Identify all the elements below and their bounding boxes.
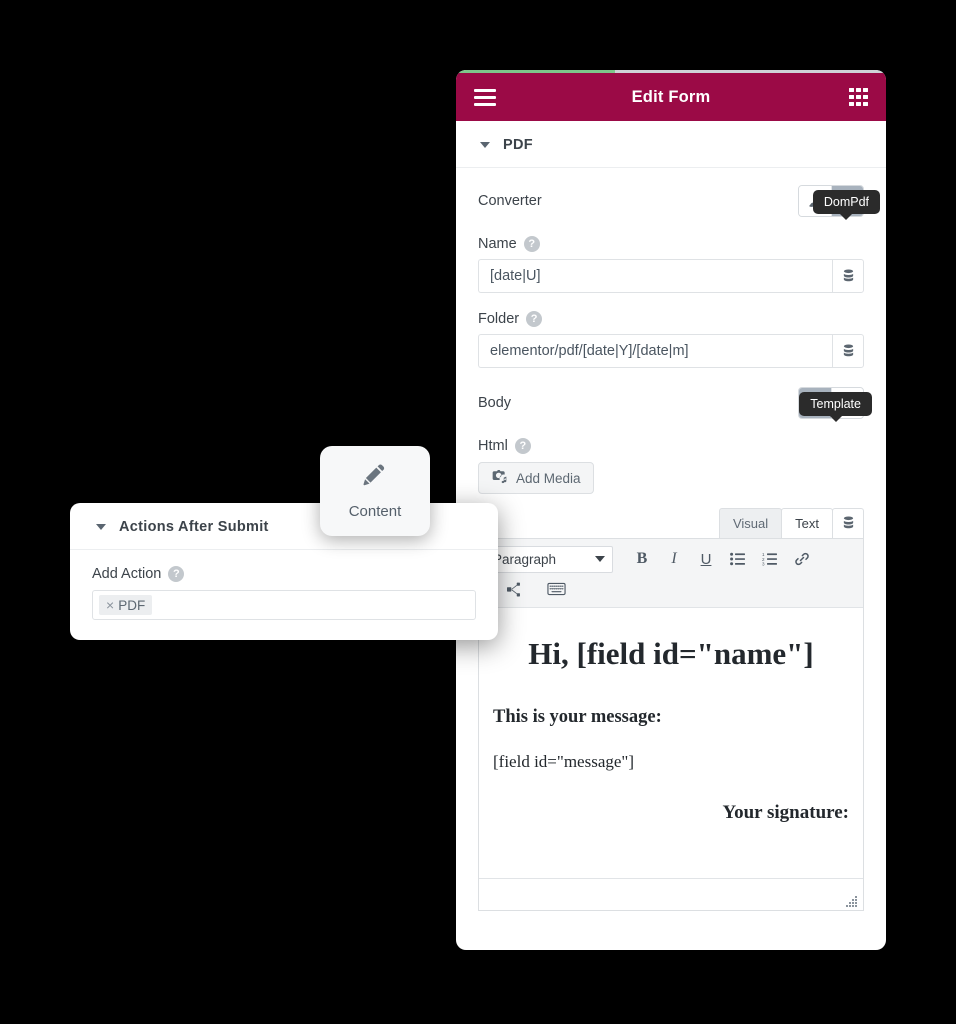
underline-button[interactable]: U: [691, 545, 721, 573]
body-label-group: Body: [478, 395, 511, 411]
field-block-html: Html ? Add Media: [478, 438, 864, 494]
editor-status-bar: [479, 878, 863, 910]
close-x-icon[interactable]: ×: [106, 597, 114, 613]
section-title: PDF: [503, 137, 533, 153]
format-select[interactable]: Paragraph: [485, 545, 613, 573]
link-icon[interactable]: [787, 545, 817, 573]
section-header-actions[interactable]: Actions After Submit: [70, 503, 498, 550]
folder-label-group: Folder ?: [478, 311, 864, 327]
editor-content-area[interactable]: Hi, [field id="name"] This is your messa…: [479, 608, 863, 878]
toolbar-row-1: Paragraph B I U 1 2 3: [485, 544, 857, 574]
svg-text:3: 3: [762, 561, 765, 566]
html-label: Html: [478, 438, 508, 454]
format-select-value: Paragraph: [493, 551, 557, 567]
selected-tag-pdf: × PDF: [99, 595, 153, 615]
editor-tabs: Visual Text: [478, 508, 864, 538]
toolbar-row-2: [485, 574, 857, 604]
panel-body: DomPdf Converter Name ? [date|U] Folder …: [456, 184, 886, 911]
converter-label-group: Converter: [478, 193, 542, 209]
name-label-group: Name ?: [478, 236, 864, 252]
help-icon[interactable]: ?: [168, 566, 185, 582]
screenshot-stage: Edit Form PDF DomPdf Converter Name ? [d…: [0, 0, 956, 1024]
page-title: Edit Form: [631, 87, 711, 106]
tab-visual[interactable]: Visual: [718, 508, 783, 538]
field-row-converter: Converter: [478, 184, 864, 218]
italic-button[interactable]: I: [659, 545, 689, 573]
html-label-group: Html ?: [478, 438, 864, 454]
name-input-group: [478, 259, 864, 293]
folder-input-group: [478, 334, 864, 368]
insert-more-icon[interactable]: [499, 575, 529, 603]
tab-text[interactable]: Text: [781, 508, 833, 538]
tooltip-dompdf: DomPdf: [812, 190, 880, 214]
add-media-label: Add Media: [516, 470, 581, 486]
media-camera-icon: [491, 469, 508, 487]
editor-subheading: This is your message:: [493, 707, 662, 728]
help-icon[interactable]: ?: [514, 438, 531, 454]
content-tab-card[interactable]: Content: [320, 446, 430, 536]
name-shortcode-button[interactable]: [832, 259, 864, 293]
page-load-progress-bar: [456, 70, 886, 73]
editor-paragraph: [field id="message"]: [493, 752, 635, 772]
keyboard-shortcuts-icon[interactable]: [541, 575, 571, 603]
wysiwyg-editor: Visual Text Paragraph B I U 1 2 3 Hi, [f…: [478, 508, 864, 911]
editor-shortcode-button[interactable]: [832, 508, 864, 538]
folder-shortcode-button[interactable]: [832, 334, 864, 368]
progress-fill: [456, 70, 616, 73]
edit-form-panel: Edit Form PDF DomPdf Converter Name ? [d…: [456, 70, 886, 950]
editor-heading: Hi, [field id="name"]: [528, 636, 814, 671]
selected-tag-label: PDF: [118, 597, 146, 613]
name-label: Name: [478, 236, 517, 252]
folder-input[interactable]: [478, 334, 832, 368]
add-action-label-group: Add Action ?: [92, 566, 476, 582]
caret-down-icon: [480, 142, 490, 148]
add-action-label: Add Action: [92, 566, 162, 582]
pencil-icon: [362, 463, 388, 494]
actions-panel-body: Add Action ? × PDF: [70, 550, 498, 620]
tooltip-template: Template: [799, 392, 872, 416]
body-label: Body: [478, 395, 512, 411]
hamburger-icon[interactable]: [474, 88, 496, 106]
section-title: Actions After Submit: [119, 519, 269, 535]
folder-label: Folder: [478, 311, 520, 327]
field-block-folder: Folder ?: [478, 311, 864, 368]
bullet-list-icon[interactable]: [723, 545, 753, 573]
section-header-pdf[interactable]: PDF: [456, 121, 886, 168]
name-input[interactable]: [478, 259, 832, 293]
add-action-select[interactable]: × PDF: [92, 590, 476, 620]
actions-after-submit-panel: Actions After Submit Add Action ? × PDF: [70, 503, 498, 640]
resize-handle-icon[interactable]: [846, 894, 858, 907]
panel-header: Edit Form: [456, 73, 886, 121]
caret-down-icon: [96, 524, 106, 530]
caret-down-icon: [595, 556, 605, 562]
help-icon[interactable]: ?: [526, 311, 543, 327]
apps-grid-icon[interactable]: [849, 87, 868, 107]
field-block-name: Name ?: [478, 236, 864, 293]
editor-frame: Paragraph B I U 1 2 3 Hi, [field id="nam…: [478, 538, 864, 911]
help-icon[interactable]: ?: [523, 236, 540, 252]
bold-button[interactable]: B: [627, 545, 657, 573]
content-tab-label: Content: [348, 502, 402, 520]
editor-signature: Your signature:: [722, 802, 849, 824]
editor-toolbar: Paragraph B I U 1 2 3: [479, 539, 863, 608]
numbered-list-icon[interactable]: 1 2 3: [755, 545, 785, 573]
converter-label: Converter: [478, 193, 542, 209]
add-media-button[interactable]: Add Media: [478, 462, 594, 494]
